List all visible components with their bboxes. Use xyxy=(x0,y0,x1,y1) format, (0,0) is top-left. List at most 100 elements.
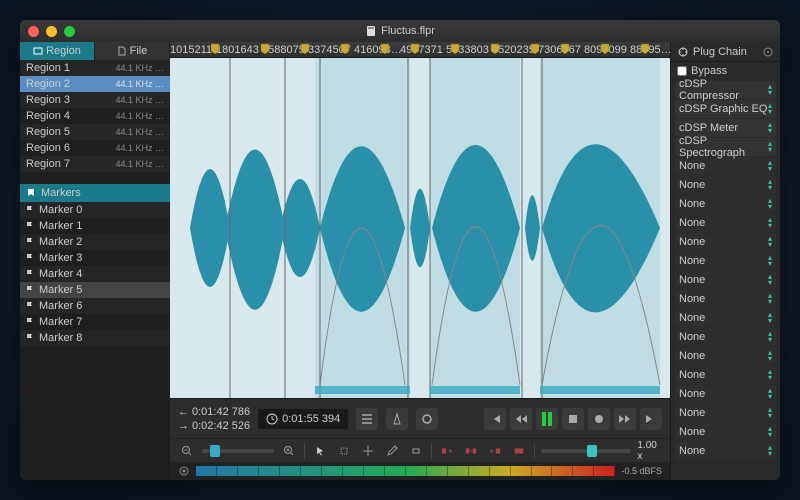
stepper-icon[interactable]: ▴▾ xyxy=(768,369,772,381)
stepper-icon[interactable]: ▴▾ xyxy=(768,103,772,115)
snap-right-button[interactable] xyxy=(486,443,504,459)
zoom-out-button[interactable] xyxy=(178,443,196,459)
stepper-icon[interactable]: ▴▾ xyxy=(768,293,772,305)
zoom-in-button[interactable] xyxy=(280,443,298,459)
plugin-slot-filled[interactable]: cDSP Spectrograph▴▾ xyxy=(675,138,776,156)
pencil-tool[interactable] xyxy=(383,443,401,459)
ruler-marker-icon[interactable] xyxy=(380,43,390,55)
plugin-settings-icon[interactable] xyxy=(762,46,774,58)
stop-button[interactable] xyxy=(562,408,584,430)
stepper-icon[interactable]: ▴▾ xyxy=(768,331,772,343)
stepper-icon[interactable]: ▴▾ xyxy=(768,407,772,419)
ruler-marker-icon[interactable] xyxy=(450,43,460,55)
stepper-icon[interactable]: ▴▾ xyxy=(768,179,772,191)
pause-button[interactable] xyxy=(536,408,558,430)
loop-button[interactable] xyxy=(416,408,438,430)
ruler-marker-icon[interactable] xyxy=(530,43,540,55)
stepper-icon[interactable]: ▴▾ xyxy=(768,217,772,229)
stepper-icon[interactable]: ▴▾ xyxy=(768,122,772,134)
stepper-icon[interactable]: ▴▾ xyxy=(768,350,772,362)
ruler-marker-icon[interactable] xyxy=(600,43,610,55)
region-row[interactable]: Region 444.1 KHz … xyxy=(20,108,170,124)
tab-region[interactable]: Region xyxy=(20,42,95,60)
marker-row[interactable]: Marker 4 xyxy=(20,266,170,282)
speed-handle[interactable] xyxy=(587,445,597,457)
speed-slider[interactable] xyxy=(541,449,631,453)
plugin-slot-empty[interactable]: None▴▾ xyxy=(675,423,776,441)
region-row[interactable]: Region 144.1 KHz … xyxy=(20,60,170,76)
stepper-icon[interactable]: ▴▾ xyxy=(768,445,772,457)
pointer-tool[interactable] xyxy=(311,443,329,459)
stepper-icon[interactable]: ▴▾ xyxy=(768,274,772,286)
record-button[interactable] xyxy=(588,408,610,430)
plugin-slot-empty[interactable]: None▴▾ xyxy=(675,309,776,327)
region-row[interactable]: Region 744.1 KHz … xyxy=(20,156,170,172)
marker-row[interactable]: Marker 6 xyxy=(20,298,170,314)
zoom-handle[interactable] xyxy=(210,445,220,457)
snap-both-button[interactable] xyxy=(510,443,528,459)
ruler-marker-icon[interactable] xyxy=(640,43,650,55)
bypass-checkbox[interactable] xyxy=(677,66,687,76)
plugin-slot-empty[interactable]: None▴▾ xyxy=(675,290,776,308)
marker-row[interactable]: Marker 2 xyxy=(20,234,170,250)
plugin-slot-empty[interactable]: None▴▾ xyxy=(675,176,776,194)
ruler-marker-icon[interactable] xyxy=(300,43,310,55)
plugin-slot-empty[interactable]: None▴▾ xyxy=(675,233,776,251)
stepper-icon[interactable]: ▴▾ xyxy=(768,198,772,210)
plugin-slot-filled[interactable]: cDSP Compressor▴▾ xyxy=(675,81,776,99)
plugin-slot-empty[interactable]: None▴▾ xyxy=(675,271,776,289)
plugin-slot-empty[interactable]: None▴▾ xyxy=(675,328,776,346)
region-row[interactable]: Region 544.1 KHz … xyxy=(20,124,170,140)
stepper-icon[interactable]: ▴▾ xyxy=(768,84,772,96)
marker-row[interactable]: Marker 7 xyxy=(20,314,170,330)
plugin-slot-empty[interactable]: None▴▾ xyxy=(675,214,776,232)
stepper-icon[interactable]: ▴▾ xyxy=(768,426,772,438)
selection-band-1[interactable] xyxy=(315,386,410,394)
plugin-slot-empty[interactable]: None▴▾ xyxy=(675,366,776,384)
plugin-slot-empty[interactable]: None▴▾ xyxy=(675,195,776,213)
forward-button[interactable] xyxy=(614,408,636,430)
stepper-icon[interactable]: ▴▾ xyxy=(768,312,772,324)
stepper-icon[interactable]: ▴▾ xyxy=(768,388,772,400)
titlebar[interactable]: Fluctus.flpr xyxy=(20,20,780,42)
ruler-marker-icon[interactable] xyxy=(490,43,500,55)
crosshair-tool[interactable] xyxy=(359,443,377,459)
ruler-marker-icon[interactable] xyxy=(260,43,270,55)
plugin-slot-empty[interactable]: None▴▾ xyxy=(675,385,776,403)
region-row[interactable]: Region 344.1 KHz … xyxy=(20,92,170,108)
markers-header[interactable]: Markers xyxy=(20,184,170,202)
scrub-tool[interactable] xyxy=(407,443,425,459)
snap-left-button[interactable] xyxy=(438,443,456,459)
stepper-icon[interactable]: ▴▾ xyxy=(768,141,772,153)
plugin-slot-empty[interactable]: None▴▾ xyxy=(675,157,776,175)
marker-row[interactable]: Marker 3 xyxy=(20,250,170,266)
skip-end-button[interactable] xyxy=(640,408,662,430)
list-view-button[interactable] xyxy=(356,408,378,430)
stepper-icon[interactable]: ▴▾ xyxy=(768,160,772,172)
plugin-slot-empty[interactable]: None▴▾ xyxy=(675,404,776,422)
timeline-ruler[interactable]: 1015211180164325880753374507416093…49473… xyxy=(170,42,670,58)
rewind-button[interactable] xyxy=(510,408,532,430)
selection-band-3[interactable] xyxy=(540,386,660,394)
plugin-slot-filled[interactable]: cDSP Graphic EQ▴▾ xyxy=(675,100,776,118)
stepper-icon[interactable]: ▴▾ xyxy=(768,236,772,248)
marker-row[interactable]: Marker 5 xyxy=(20,282,170,298)
skip-start-button[interactable] xyxy=(484,408,506,430)
plugin-slot-empty[interactable]: None▴▾ xyxy=(675,347,776,365)
marker-row[interactable]: Marker 8 xyxy=(20,330,170,346)
plugin-slot-empty[interactable]: None▴▾ xyxy=(675,442,776,460)
ruler-marker-icon[interactable] xyxy=(210,43,220,55)
meter-settings-icon[interactable] xyxy=(178,465,190,477)
waveform-view[interactable] xyxy=(170,58,670,398)
stepper-icon[interactable]: ▴▾ xyxy=(768,255,772,267)
region-row[interactable]: Region 244.1 KHz … xyxy=(20,76,170,92)
selection-band-2[interactable] xyxy=(430,386,520,394)
ruler-marker-icon[interactable] xyxy=(560,43,570,55)
marker-row[interactable]: Marker 1 xyxy=(20,218,170,234)
main-time-display[interactable]: 0:01:55 394 xyxy=(258,409,348,429)
zoom-slider[interactable] xyxy=(202,449,274,453)
metronome-button[interactable] xyxy=(386,408,408,430)
tab-file[interactable]: File xyxy=(95,42,170,60)
ruler-marker-icon[interactable] xyxy=(340,43,350,55)
region-row[interactable]: Region 644.1 KHz … xyxy=(20,140,170,156)
